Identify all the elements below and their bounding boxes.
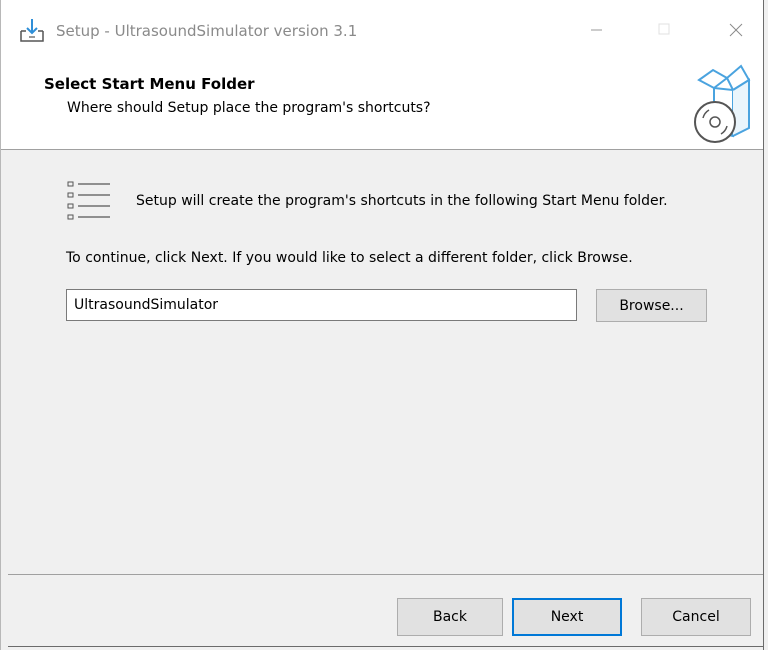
browse-button[interactable]: Browse... [596,289,707,322]
page-subtitle: Where should Setup place the program's s… [67,100,431,116]
info-text: Setup will create the program's shortcut… [136,193,668,209]
install-box-icon [694,64,751,143]
window-title: Setup - UltrasoundSimulator version 3.1 [56,22,358,40]
start-menu-folder-input[interactable] [66,289,577,321]
cancel-button[interactable]: Cancel [641,598,751,636]
title-bar[interactable]: Setup - UltrasoundSimulator version 3.1 [1,0,763,62]
wizard-header: Select Start Menu Folder Where should Se… [1,62,763,150]
window-border [763,0,764,650]
setup-window: Setup - UltrasoundSimulator version 3.1 … [0,0,768,650]
close-icon[interactable] [713,10,759,50]
folder-list-icon [67,181,110,220]
setup-download-icon [20,19,44,42]
minimize-icon[interactable] [573,10,619,50]
back-button[interactable]: Back [397,598,503,636]
footer-divider [8,574,763,575]
next-button[interactable]: Next [512,598,622,636]
instruction-text: To continue, click Next. If you would li… [66,250,633,266]
window-border [8,646,763,647]
maximize-icon[interactable] [641,10,687,50]
page-title: Select Start Menu Folder [44,75,255,93]
